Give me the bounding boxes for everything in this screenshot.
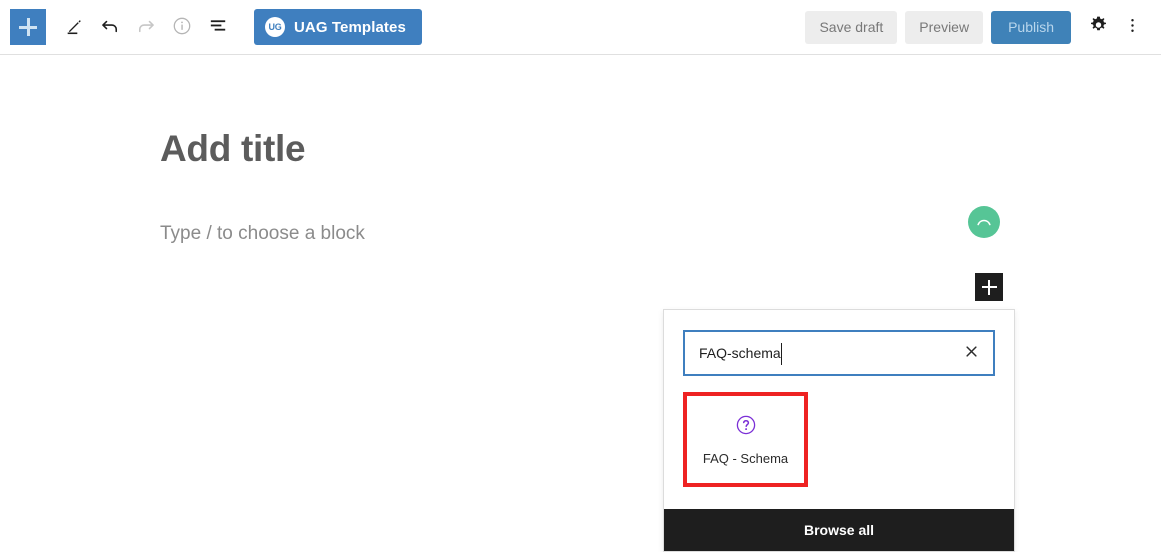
editor-canvas: Add title Type / to choose a block (0, 55, 1161, 523)
highlight-annotation-box: FAQ - Schema (683, 392, 808, 487)
undo-button[interactable] (92, 9, 128, 45)
document-outline-icon (207, 14, 230, 40)
loading-arc-icon (968, 206, 1000, 238)
publish-button[interactable]: Publish (991, 11, 1071, 44)
redo-arrow-icon (135, 15, 157, 40)
info-circle-icon (171, 15, 193, 40)
plus-icon (982, 280, 997, 295)
uag-templates-button[interactable]: UG UAG Templates (254, 9, 422, 45)
block-item-faq-schema[interactable]: FAQ - Schema (687, 396, 804, 483)
search-input[interactable] (685, 332, 993, 374)
search-results-list: FAQ - Schema (664, 376, 1014, 509)
plus-icon (19, 18, 37, 36)
preview-button[interactable]: Preview (905, 11, 983, 44)
edit-mode-button[interactable] (56, 9, 92, 45)
default-block-appender[interactable]: Type / to choose a block (160, 223, 365, 245)
editor-toolbar: UG UAG Templates Save draft Preview Publ… (0, 0, 1161, 55)
toolbar-left-group: UG UAG Templates (0, 9, 422, 45)
list-view-button[interactable] (200, 9, 236, 45)
question-mark-circle-icon (734, 413, 758, 440)
browse-all-button[interactable]: Browse all (664, 509, 1014, 551)
redo-button[interactable] (128, 9, 164, 45)
block-item-label: FAQ - Schema (703, 451, 788, 466)
uag-logo-badge: UG (265, 17, 285, 37)
kebab-menu-icon (1123, 16, 1142, 38)
uag-templates-label: UAG Templates (294, 19, 406, 36)
post-title-input[interactable]: Add title (160, 130, 305, 167)
more-options-button[interactable] (1115, 10, 1149, 44)
gear-icon (1088, 15, 1109, 39)
clear-search-button[interactable] (957, 339, 985, 367)
save-draft-button[interactable]: Save draft (805, 11, 897, 44)
settings-button[interactable] (1081, 10, 1115, 44)
add-block-button[interactable] (10, 9, 46, 45)
close-x-icon (964, 344, 979, 362)
inline-block-inserter-button[interactable] (975, 273, 1003, 301)
undo-arrow-icon (99, 15, 121, 40)
text-cursor (781, 343, 782, 365)
pencil-icon (64, 15, 85, 39)
search-field[interactable] (683, 330, 995, 376)
block-inserter-popover: FAQ - Schema Browse all (663, 309, 1015, 552)
search-section (664, 310, 1014, 376)
details-info-button[interactable] (164, 9, 200, 45)
toolbar-right-group: Save draft Preview Publish (805, 10, 1161, 44)
